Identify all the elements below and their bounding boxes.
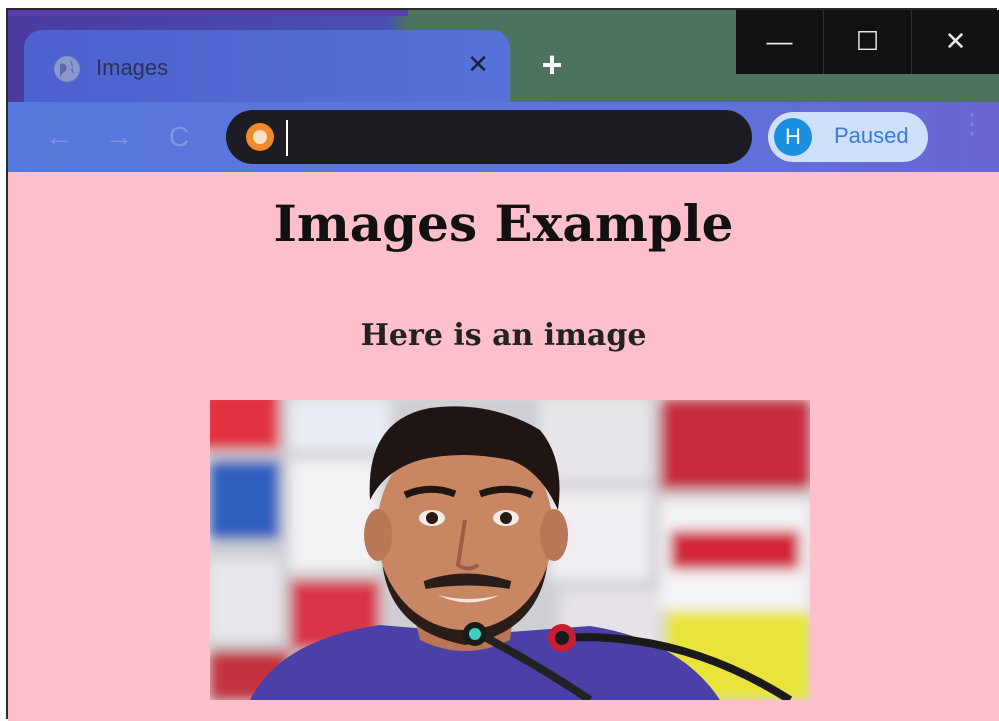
menu-icon[interactable]: ⋮ bbox=[958, 110, 986, 156]
photo-image bbox=[210, 400, 810, 700]
close-window-button[interactable]: ✕ bbox=[911, 10, 999, 74]
tab-title: Images bbox=[96, 55, 169, 80]
profile-button[interactable]: H Paused bbox=[768, 112, 928, 162]
address-input[interactable] bbox=[286, 120, 736, 156]
page-title: Images Example bbox=[273, 194, 734, 253]
browser-toolbar: ← → C H Paused ⋮ bbox=[8, 102, 999, 172]
address-bar[interactable] bbox=[226, 110, 752, 164]
globe-icon bbox=[54, 56, 80, 82]
page-subtitle: Here is an image bbox=[360, 318, 647, 353]
avatar: H bbox=[774, 118, 812, 156]
title-bar: Images ✕ + — ☐ ✕ bbox=[8, 10, 999, 102]
profile-status: Paused bbox=[834, 123, 909, 148]
page-content: Images Example Here is an image bbox=[8, 172, 999, 721]
new-tab-button[interactable]: + bbox=[536, 47, 568, 83]
reload-icon[interactable]: C bbox=[162, 120, 196, 154]
tab-images[interactable]: Images ✕ bbox=[24, 30, 510, 102]
title-bar-accent bbox=[8, 10, 408, 16]
close-icon[interactable]: ✕ bbox=[464, 50, 492, 78]
maximize-button[interactable]: ☐ bbox=[823, 10, 911, 74]
minimize-button[interactable]: — bbox=[736, 10, 823, 74]
window-controls: — ☐ ✕ bbox=[736, 10, 999, 74]
back-icon[interactable]: ← bbox=[42, 120, 76, 154]
site-info-icon[interactable] bbox=[246, 123, 274, 151]
forward-icon[interactable]: → bbox=[102, 120, 136, 154]
browser-window: Images ✕ + — ☐ ✕ ← → C H Paused ⋮ Images… bbox=[8, 10, 999, 721]
